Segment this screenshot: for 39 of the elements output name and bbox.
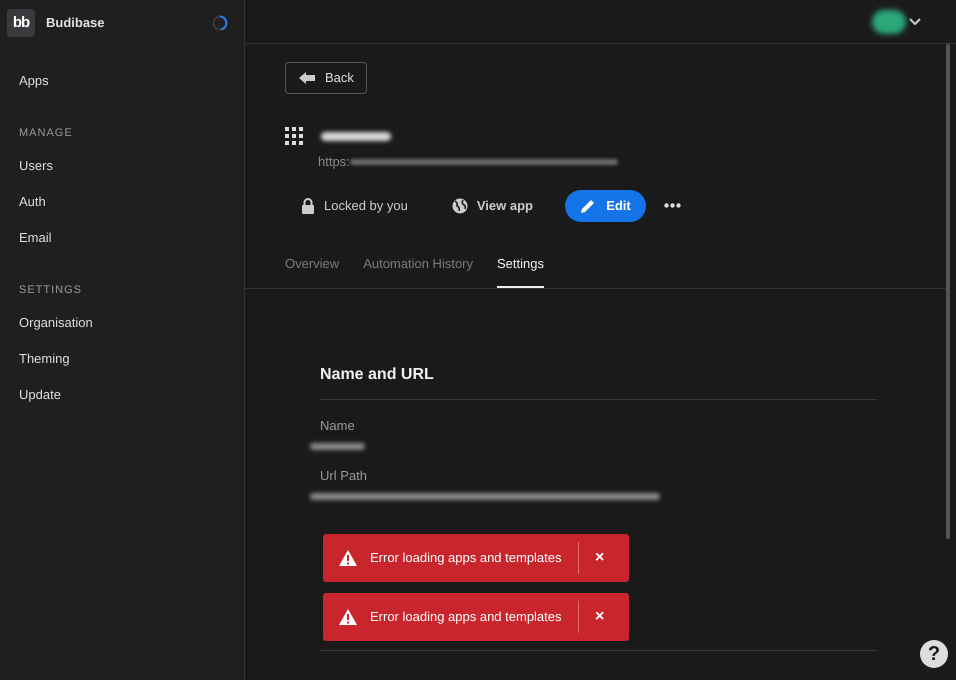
back-button[interactable]: Back xyxy=(285,62,367,94)
sidebar-heading: SETTINGS xyxy=(18,282,84,298)
tab[interactable]: Automation History xyxy=(363,248,474,288)
arrow-left-icon xyxy=(298,71,316,85)
tab[interactable]: Overview xyxy=(285,248,340,288)
close-button[interactable]: × xyxy=(595,546,604,570)
lock-status: Locked by you xyxy=(324,196,408,215)
toast-message: Error loading apps and templates xyxy=(370,608,563,626)
grid-icon xyxy=(285,127,303,145)
warning-icon xyxy=(339,609,357,625)
sidebar-item[interactable]: Apps xyxy=(0,63,244,99)
warning-icon xyxy=(339,550,357,566)
sidebar-item[interactable]: Auth xyxy=(0,184,244,220)
tab[interactable]: Settings xyxy=(497,248,544,288)
field-label: Name xyxy=(320,416,356,434)
sidebar-heading: MANAGE xyxy=(18,126,74,141)
app-url: https: xyxy=(318,153,350,171)
more-icon[interactable] xyxy=(664,203,681,208)
section-title: Name and URL xyxy=(320,364,435,384)
help-button[interactable]: ? xyxy=(920,640,948,668)
brand-name: Budibase xyxy=(46,14,105,32)
blurred-text xyxy=(310,442,365,450)
sidebar-item[interactable]: Users xyxy=(0,148,244,184)
edit-button[interactable]: Edit xyxy=(564,190,646,222)
logo: bb xyxy=(7,9,35,37)
close-button[interactable]: × xyxy=(595,605,604,629)
sidebar-item[interactable]: Theming xyxy=(0,341,244,377)
blurred-text xyxy=(321,132,391,140)
view-app-button[interactable]: View app xyxy=(452,196,533,216)
sidebar-item[interactable]: Update xyxy=(0,377,244,413)
sidebar-item[interactable]: Email xyxy=(0,220,244,256)
toast-message: Error loading apps and templates xyxy=(370,549,563,568)
field-label: Url Path xyxy=(320,466,368,484)
avatar[interactable] xyxy=(872,10,906,34)
lock-icon xyxy=(301,198,315,214)
chevron-down-icon[interactable] xyxy=(908,16,922,26)
pencil-icon xyxy=(580,198,596,214)
sidebar-item[interactable]: Organisation xyxy=(0,305,244,341)
globe-icon xyxy=(452,198,468,214)
